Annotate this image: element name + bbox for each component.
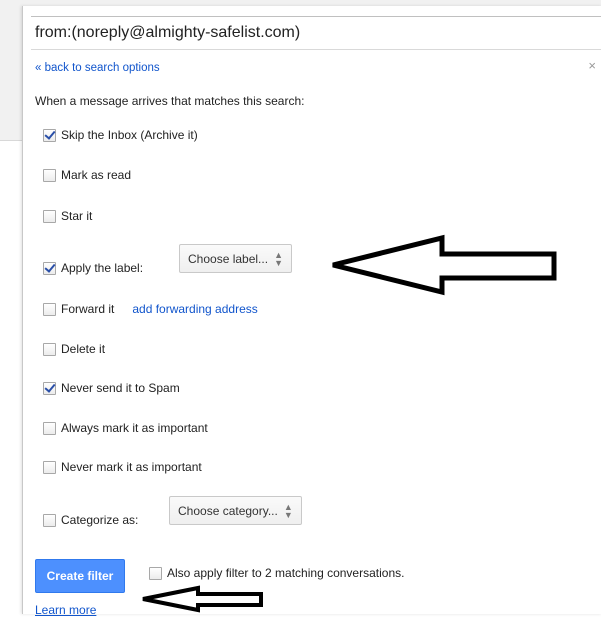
add-forwarding-address-link[interactable]: add forwarding address (132, 302, 257, 316)
choose-category-text: Choose category... (178, 503, 278, 518)
never-spam-label: Never send it to Spam (61, 381, 180, 395)
back-to-search-options-link[interactable]: « back to search options (35, 62, 160, 74)
apply-label-checkbox[interactable] (43, 261, 56, 275)
option-star[interactable]: Star it (43, 207, 92, 225)
option-never-spam[interactable]: Never send it to Spam (43, 379, 180, 397)
option-delete[interactable]: Delete it (43, 340, 105, 358)
never-important-label: Never mark it as important (61, 460, 202, 474)
option-mark-read[interactable]: Mark as read (43, 166, 131, 184)
search-input[interactable]: from:(noreply@almighty-safelist.com) (31, 16, 601, 50)
also-apply-label: Also apply filter to 2 matching conversa… (167, 566, 405, 580)
filter-instruction: When a message arrives that matches this… (35, 94, 305, 108)
annotation-arrow-icon (332, 234, 557, 296)
option-also-apply[interactable]: Also apply filter to 2 matching conversa… (149, 564, 404, 582)
learn-more-link[interactable]: Learn more (35, 603, 96, 617)
close-icon[interactable]: × (588, 58, 596, 73)
select-arrows-icon: ▲ ▼ (274, 249, 283, 268)
choose-label-text: Choose label... (188, 251, 269, 266)
categorize-label: Categorize as: (61, 513, 139, 527)
always-important-checkbox[interactable] (43, 421, 56, 435)
categorize-checkbox[interactable] (43, 513, 56, 527)
skip-inbox-label: Skip the Inbox (Archive it) (61, 128, 198, 142)
forward-checkbox[interactable] (43, 302, 56, 316)
choose-label-select[interactable]: Choose label... ▲ ▼ (179, 244, 292, 273)
option-categorize[interactable]: Categorize as: (43, 511, 138, 529)
delete-checkbox[interactable] (43, 342, 56, 356)
also-apply-checkbox[interactable] (149, 566, 162, 580)
filter-dialog: from:(noreply@almighty-safelist.com) « b… (22, 6, 601, 617)
never-important-checkbox[interactable] (43, 460, 56, 474)
star-label: Star it (61, 209, 93, 223)
delete-label: Delete it (61, 342, 106, 356)
option-skip-inbox[interactable]: Skip the Inbox (Archive it) (43, 126, 198, 144)
always-important-label: Always mark it as important (61, 421, 208, 435)
star-checkbox[interactable] (43, 209, 56, 223)
option-forward[interactable]: Forward it add forwarding address (43, 300, 258, 318)
select-arrows-icon: ▲ ▼ (283, 501, 293, 520)
skip-inbox-checkbox[interactable] (43, 128, 56, 142)
option-apply-label[interactable]: Apply the label: (43, 259, 143, 277)
never-spam-checkbox[interactable] (43, 381, 56, 395)
annotation-arrow-icon (142, 585, 263, 613)
choose-category-select[interactable]: Choose category... ▲ ▼ (169, 496, 302, 525)
mark-read-checkbox[interactable] (43, 168, 56, 182)
apply-label-label: Apply the label: (61, 261, 144, 275)
mark-read-label: Mark as read (61, 168, 132, 182)
create-filter-button[interactable]: Create filter (35, 559, 125, 593)
option-always-important[interactable]: Always mark it as important (43, 419, 208, 437)
option-never-important[interactable]: Never mark it as important (43, 458, 202, 476)
forward-label: Forward it (61, 302, 115, 316)
